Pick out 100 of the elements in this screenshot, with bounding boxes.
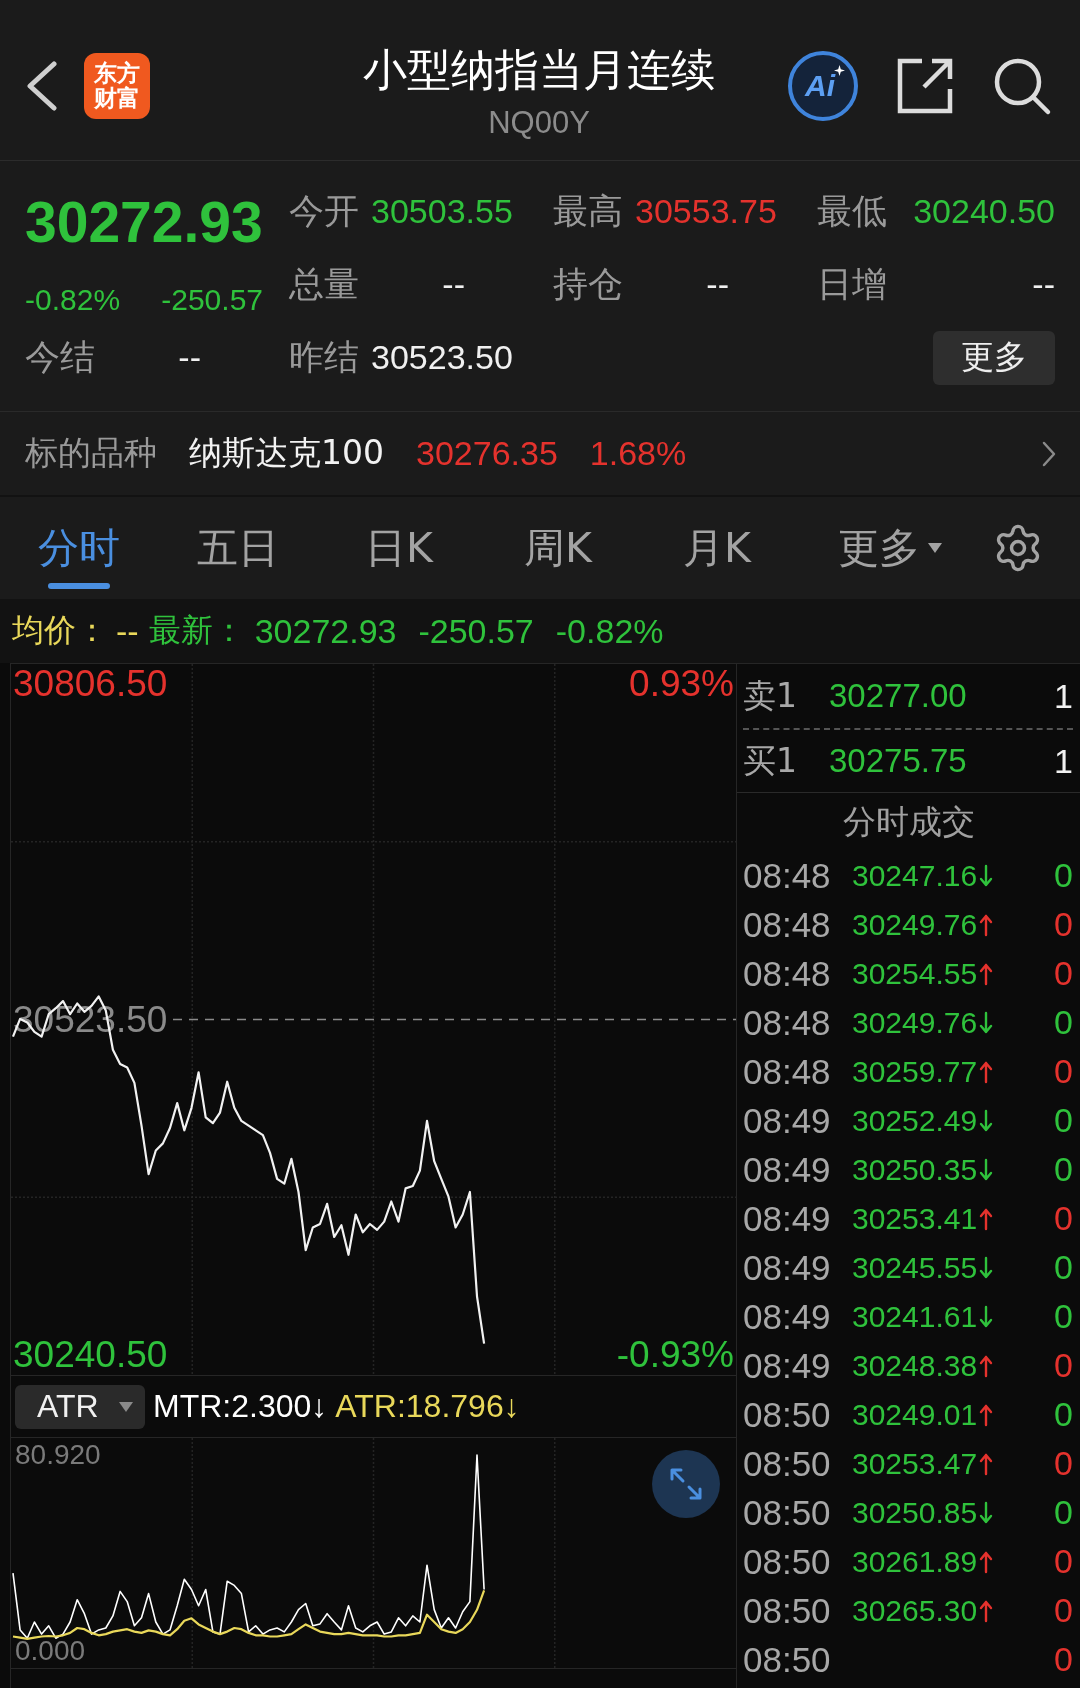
indicator-legend: ATR:18.796↓ [335,1388,520,1425]
trade-price: 30250.85 [852,1495,978,1530]
axis-label: 30806.50 [13,664,168,705]
trade-volume: 0 [1054,1493,1073,1532]
trade-price: 30245.55 [852,1250,978,1285]
trade-price: 30249.76 [852,1005,978,1040]
trade-time: 08:48 [743,855,832,896]
trade-time: 08:48 [743,1051,832,1092]
trade-volume: 0 [1054,1150,1073,1189]
trade-price: 30261.89 [852,1544,978,1579]
symbol-code: NQ00Y [488,104,590,142]
trade-price: 30249.01 [852,1397,978,1432]
chart-tab[interactable]: 分时 [0,497,158,599]
trade-price: 30249.76 [852,907,978,942]
trade-volume: 0 [1054,1542,1073,1581]
underlying-name: 纳斯达克100 [189,432,384,474]
stat-label: 最高 [553,190,623,233]
change-percent: -0.82% [25,283,121,317]
page-title: 小型纳指当月连续 [363,44,715,96]
trade-time: 08:49 [743,1149,832,1190]
percent-label: -0.93% [616,1334,734,1375]
stat-label: 今开 [289,190,359,233]
indicator-legend: MTR:2.300↓ [153,1388,328,1425]
average-label: 均价： [12,610,108,651]
trade-price: 30253.41 [852,1201,978,1236]
latest-price: 30272.93 [254,611,397,651]
trade-volume: 0 [1054,1346,1073,1385]
trade-volume: 0 [1054,1640,1073,1679]
trade-volume: 0 [1054,1591,1073,1630]
average-value: -- [116,611,139,651]
trade-time: 08:48 [743,953,832,994]
chevron-right-icon[interactable] [1042,440,1056,467]
trade-volume: 0 [1054,1297,1073,1336]
trade-time: 08:49 [743,1296,832,1337]
indicator-select[interactable]: ATR [15,1384,145,1429]
trade-volume: 0 [1054,1003,1073,1042]
chart-tab[interactable]: 月K [636,497,798,599]
chart-tab[interactable]: 五日 [158,497,318,599]
expand-icon [669,1467,703,1501]
stat-label: 日增 [817,263,887,306]
trade-time: 08:49 [743,1100,832,1141]
trade-price: 30253.47 [852,1446,978,1481]
chart-tab[interactable]: 日K [318,497,480,599]
percent-label: 0.93% [629,664,734,705]
trade-volume: 0 [1054,1101,1073,1140]
stat-label: 昨结 [289,336,359,379]
trade-volume: 0 [1054,1248,1073,1287]
caret-down-icon [928,543,942,553]
chart-tab[interactable]: 周K [480,497,636,599]
trade-price: 30254.55 [852,956,978,991]
stat-value: -- [178,338,201,377]
stat-value: -- [706,265,729,304]
stat-label: 持仓 [553,263,623,306]
order-label: 卖1 [743,674,798,717]
trade-time: 08:49 [743,1345,832,1386]
chart-tab[interactable]: 更多 [798,497,982,599]
stat-label: 最低 [817,190,887,233]
trade-volume: 0 [1054,1052,1073,1091]
trade-price: 30265.30 [852,1593,978,1628]
order-price: 30275.75 [829,742,968,780]
order-volume: 1 [1054,741,1073,781]
order-volume: 1 [1054,676,1073,716]
latest-change: -250.57 [418,611,534,651]
stat-value: -- [442,265,465,304]
back-icon[interactable] [26,61,58,111]
trade-time: 08:48 [743,904,832,945]
caret-down-icon [119,1401,133,1412]
trade-price: 30259.77 [852,1054,978,1089]
share-icon[interactable] [896,57,954,115]
trade-time: 08:50 [743,1541,832,1582]
stat-value: 30240.50 [913,192,1055,231]
axis-label: 80.920 [15,1438,101,1471]
latest-label: 最新： [148,610,245,651]
search-icon[interactable] [992,56,1052,116]
trade-price: 30248.38 [852,1348,978,1383]
trade-time: 08:48 [743,1002,832,1043]
trade-volume: 0 [1054,905,1073,944]
trade-time: 08:49 [743,1198,832,1239]
change-amount: -250.57 [161,283,263,317]
stat-value: 30553.75 [635,192,777,231]
trade-time: 08:50 [743,1492,832,1533]
order-price: 30277.00 [829,677,968,715]
stat-label: 今结 [25,336,95,379]
trade-time: 08:49 [743,1247,832,1288]
sparkle-icon [834,65,845,76]
trade-volume: 0 [1054,1395,1073,1434]
trade-volume: 0 [1054,1444,1073,1483]
trade-time: 08:50 [743,1590,832,1631]
trade-volume: 0 [1054,954,1073,993]
trades-title: 分时成交 [841,800,976,843]
trade-time: 08:50 [743,1443,832,1484]
last-price: 30272.93 [25,192,263,252]
stat-value: 30503.55 [371,192,513,231]
more-button[interactable]: 更多 [933,330,1055,385]
stat-label: 总量 [289,263,359,306]
trade-time: 08:50 [743,1639,832,1680]
ai-button[interactable]: Ai [788,51,858,121]
trade-price: 30241.61 [852,1299,978,1334]
trade-volume: 0 [1054,856,1073,895]
axis-label: 30240.50 [13,1334,168,1375]
